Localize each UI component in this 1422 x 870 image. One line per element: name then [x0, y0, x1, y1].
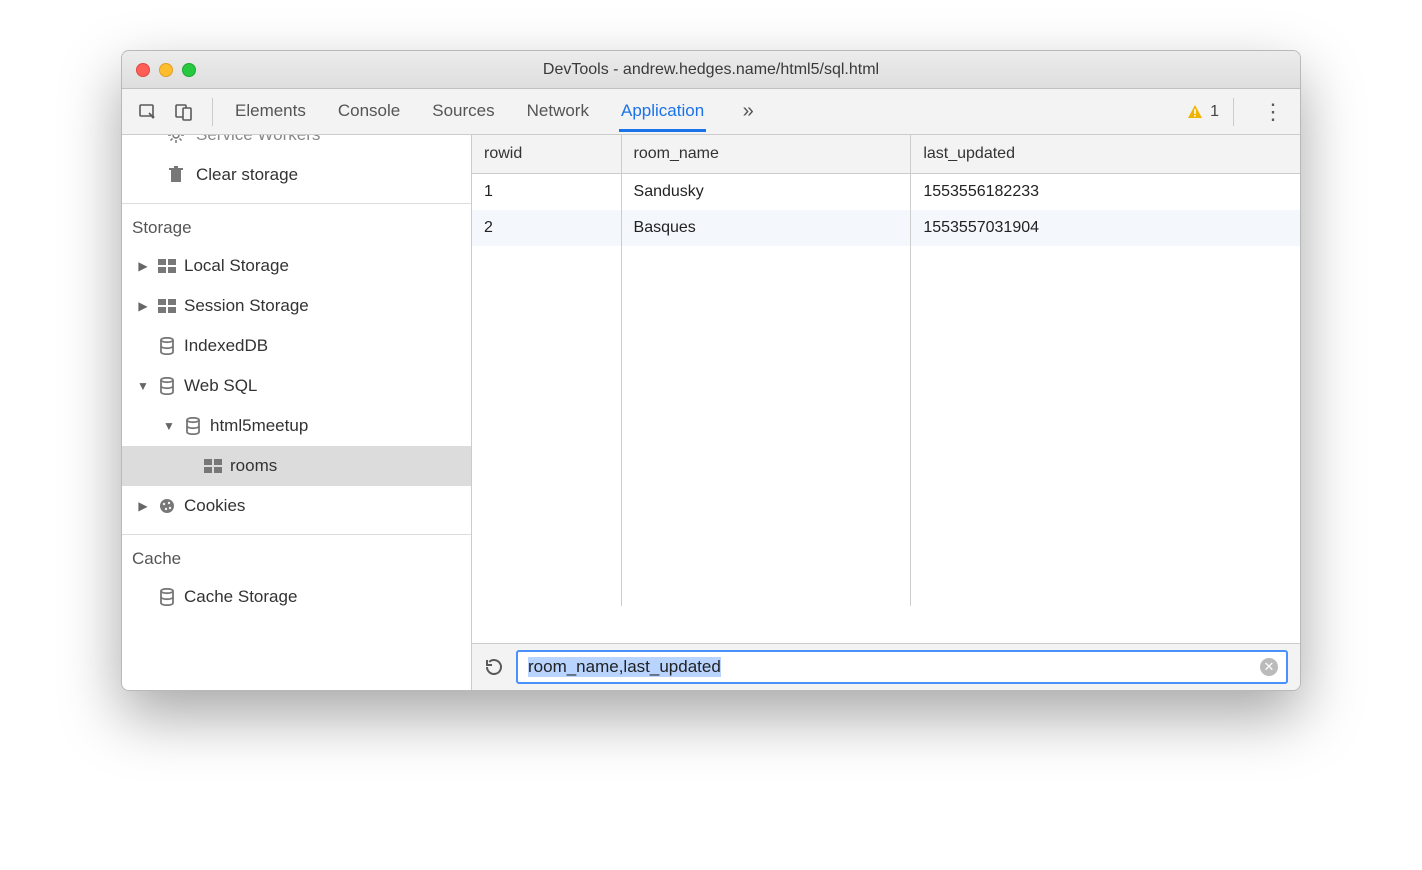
clear-query-button[interactable]: ✕ [1260, 658, 1278, 676]
application-sidebar: Service Workers Clear storage Storage ▶ … [122, 135, 472, 690]
query-toolbar: ✕ [472, 644, 1300, 690]
tree-label: Cache Storage [184, 587, 297, 607]
table-header-row: rowid room_name last_updated [472, 135, 1300, 174]
window-controls [136, 63, 196, 77]
cookie-icon [156, 497, 178, 515]
tree-label: Local Storage [184, 256, 289, 276]
sidebar-item-clear-storage[interactable]: Clear storage [122, 155, 471, 195]
tree-label: Session Storage [184, 296, 309, 316]
expand-icon: ▶ [136, 499, 150, 513]
tree-item-cookies[interactable]: ▶ Cookies [122, 486, 471, 526]
sidebar-label: Service Workers [196, 135, 320, 145]
refresh-button[interactable] [484, 657, 504, 677]
tree-item-websql[interactable]: ▼ Web SQL [122, 366, 471, 406]
cell: 1553556182233 [911, 174, 1300, 211]
collapse-icon: ▼ [136, 379, 150, 393]
column-header[interactable]: last_updated [911, 135, 1300, 174]
devtools-window: DevTools - andrew.hedges.name/html5/sql.… [121, 50, 1301, 691]
database-icon [156, 337, 178, 355]
devtools-toolbar: Elements Console Sources Network Applica… [122, 89, 1300, 135]
warning-count: 1 [1210, 103, 1219, 121]
cell: Basques [621, 210, 911, 246]
zoom-window-button[interactable] [182, 63, 196, 77]
inspect-icon[interactable] [134, 98, 162, 126]
query-input-container: ✕ [516, 650, 1288, 684]
sidebar-item-service-workers[interactable]: Service Workers [122, 135, 471, 155]
tree-label: IndexedDB [184, 336, 268, 356]
tree-item-indexeddb[interactable]: IndexedDB [122, 326, 471, 366]
tree-label: rooms [230, 456, 277, 476]
panel-tabs: Elements Console Sources Network Applica… [233, 91, 1178, 132]
column-header[interactable]: rowid [472, 135, 621, 174]
tab-elements[interactable]: Elements [233, 91, 308, 132]
trash-icon [166, 166, 186, 184]
tree-item-local-storage[interactable]: ▶ Local Storage [122, 246, 471, 286]
separator [212, 98, 213, 126]
tree-label: Web SQL [184, 376, 257, 396]
table-row[interactable]: 2 Basques 1553557031904 [472, 210, 1300, 246]
column-header[interactable]: room_name [621, 135, 911, 174]
data-grid: rowid room_name last_updated 1 Sandusky … [472, 135, 1300, 644]
tab-application[interactable]: Application [619, 91, 706, 132]
storage-icon [156, 259, 178, 273]
database-icon [156, 588, 178, 606]
empty-space [472, 246, 1300, 606]
window-title: DevTools - andrew.hedges.name/html5/sql.… [543, 61, 879, 79]
storage-icon [156, 299, 178, 313]
device-toggle-icon[interactable] [170, 98, 198, 126]
sidebar-label: Clear storage [196, 165, 298, 185]
expand-icon: ▶ [136, 259, 150, 273]
tree-item-cache-storage[interactable]: Cache Storage [122, 577, 471, 617]
tree-label: Cookies [184, 496, 245, 516]
content-area: Service Workers Clear storage Storage ▶ … [122, 135, 1300, 690]
expand-icon: ▶ [136, 299, 150, 313]
main-panel: rowid room_name last_updated 1 Sandusky … [472, 135, 1300, 690]
tab-console[interactable]: Console [336, 91, 402, 132]
sidebar-section-cache: Cache [122, 534, 471, 577]
tree-item-table[interactable]: rooms [122, 446, 471, 486]
query-input[interactable] [526, 656, 1260, 678]
warning-badge[interactable]: 1 [1186, 103, 1219, 121]
cell: 1553557031904 [911, 210, 1300, 246]
warning-icon [1186, 103, 1204, 121]
tab-sources[interactable]: Sources [430, 91, 496, 132]
tree-item-session-storage[interactable]: ▶ Session Storage [122, 286, 471, 326]
tree-label: html5meetup [210, 416, 308, 436]
results-table: rowid room_name last_updated 1 Sandusky … [472, 135, 1300, 606]
more-tabs-icon[interactable]: » [734, 98, 762, 126]
table-icon [202, 459, 224, 473]
settings-menu-icon[interactable]: ⋮ [1262, 99, 1284, 125]
sidebar-section-storage: Storage [122, 203, 471, 246]
titlebar: DevTools - andrew.hedges.name/html5/sql.… [122, 51, 1300, 89]
cell: Sandusky [621, 174, 911, 211]
collapse-icon: ▼ [162, 419, 176, 433]
cell: 1 [472, 174, 621, 211]
database-icon [182, 417, 204, 435]
table-row[interactable]: 1 Sandusky 1553556182233 [472, 174, 1300, 211]
tree-item-database[interactable]: ▼ html5meetup [122, 406, 471, 446]
close-window-button[interactable] [136, 63, 150, 77]
database-icon [156, 377, 178, 395]
minimize-window-button[interactable] [159, 63, 173, 77]
gear-icon [166, 135, 186, 144]
cell: 2 [472, 210, 621, 246]
tab-network[interactable]: Network [525, 91, 591, 132]
separator [1233, 98, 1234, 126]
